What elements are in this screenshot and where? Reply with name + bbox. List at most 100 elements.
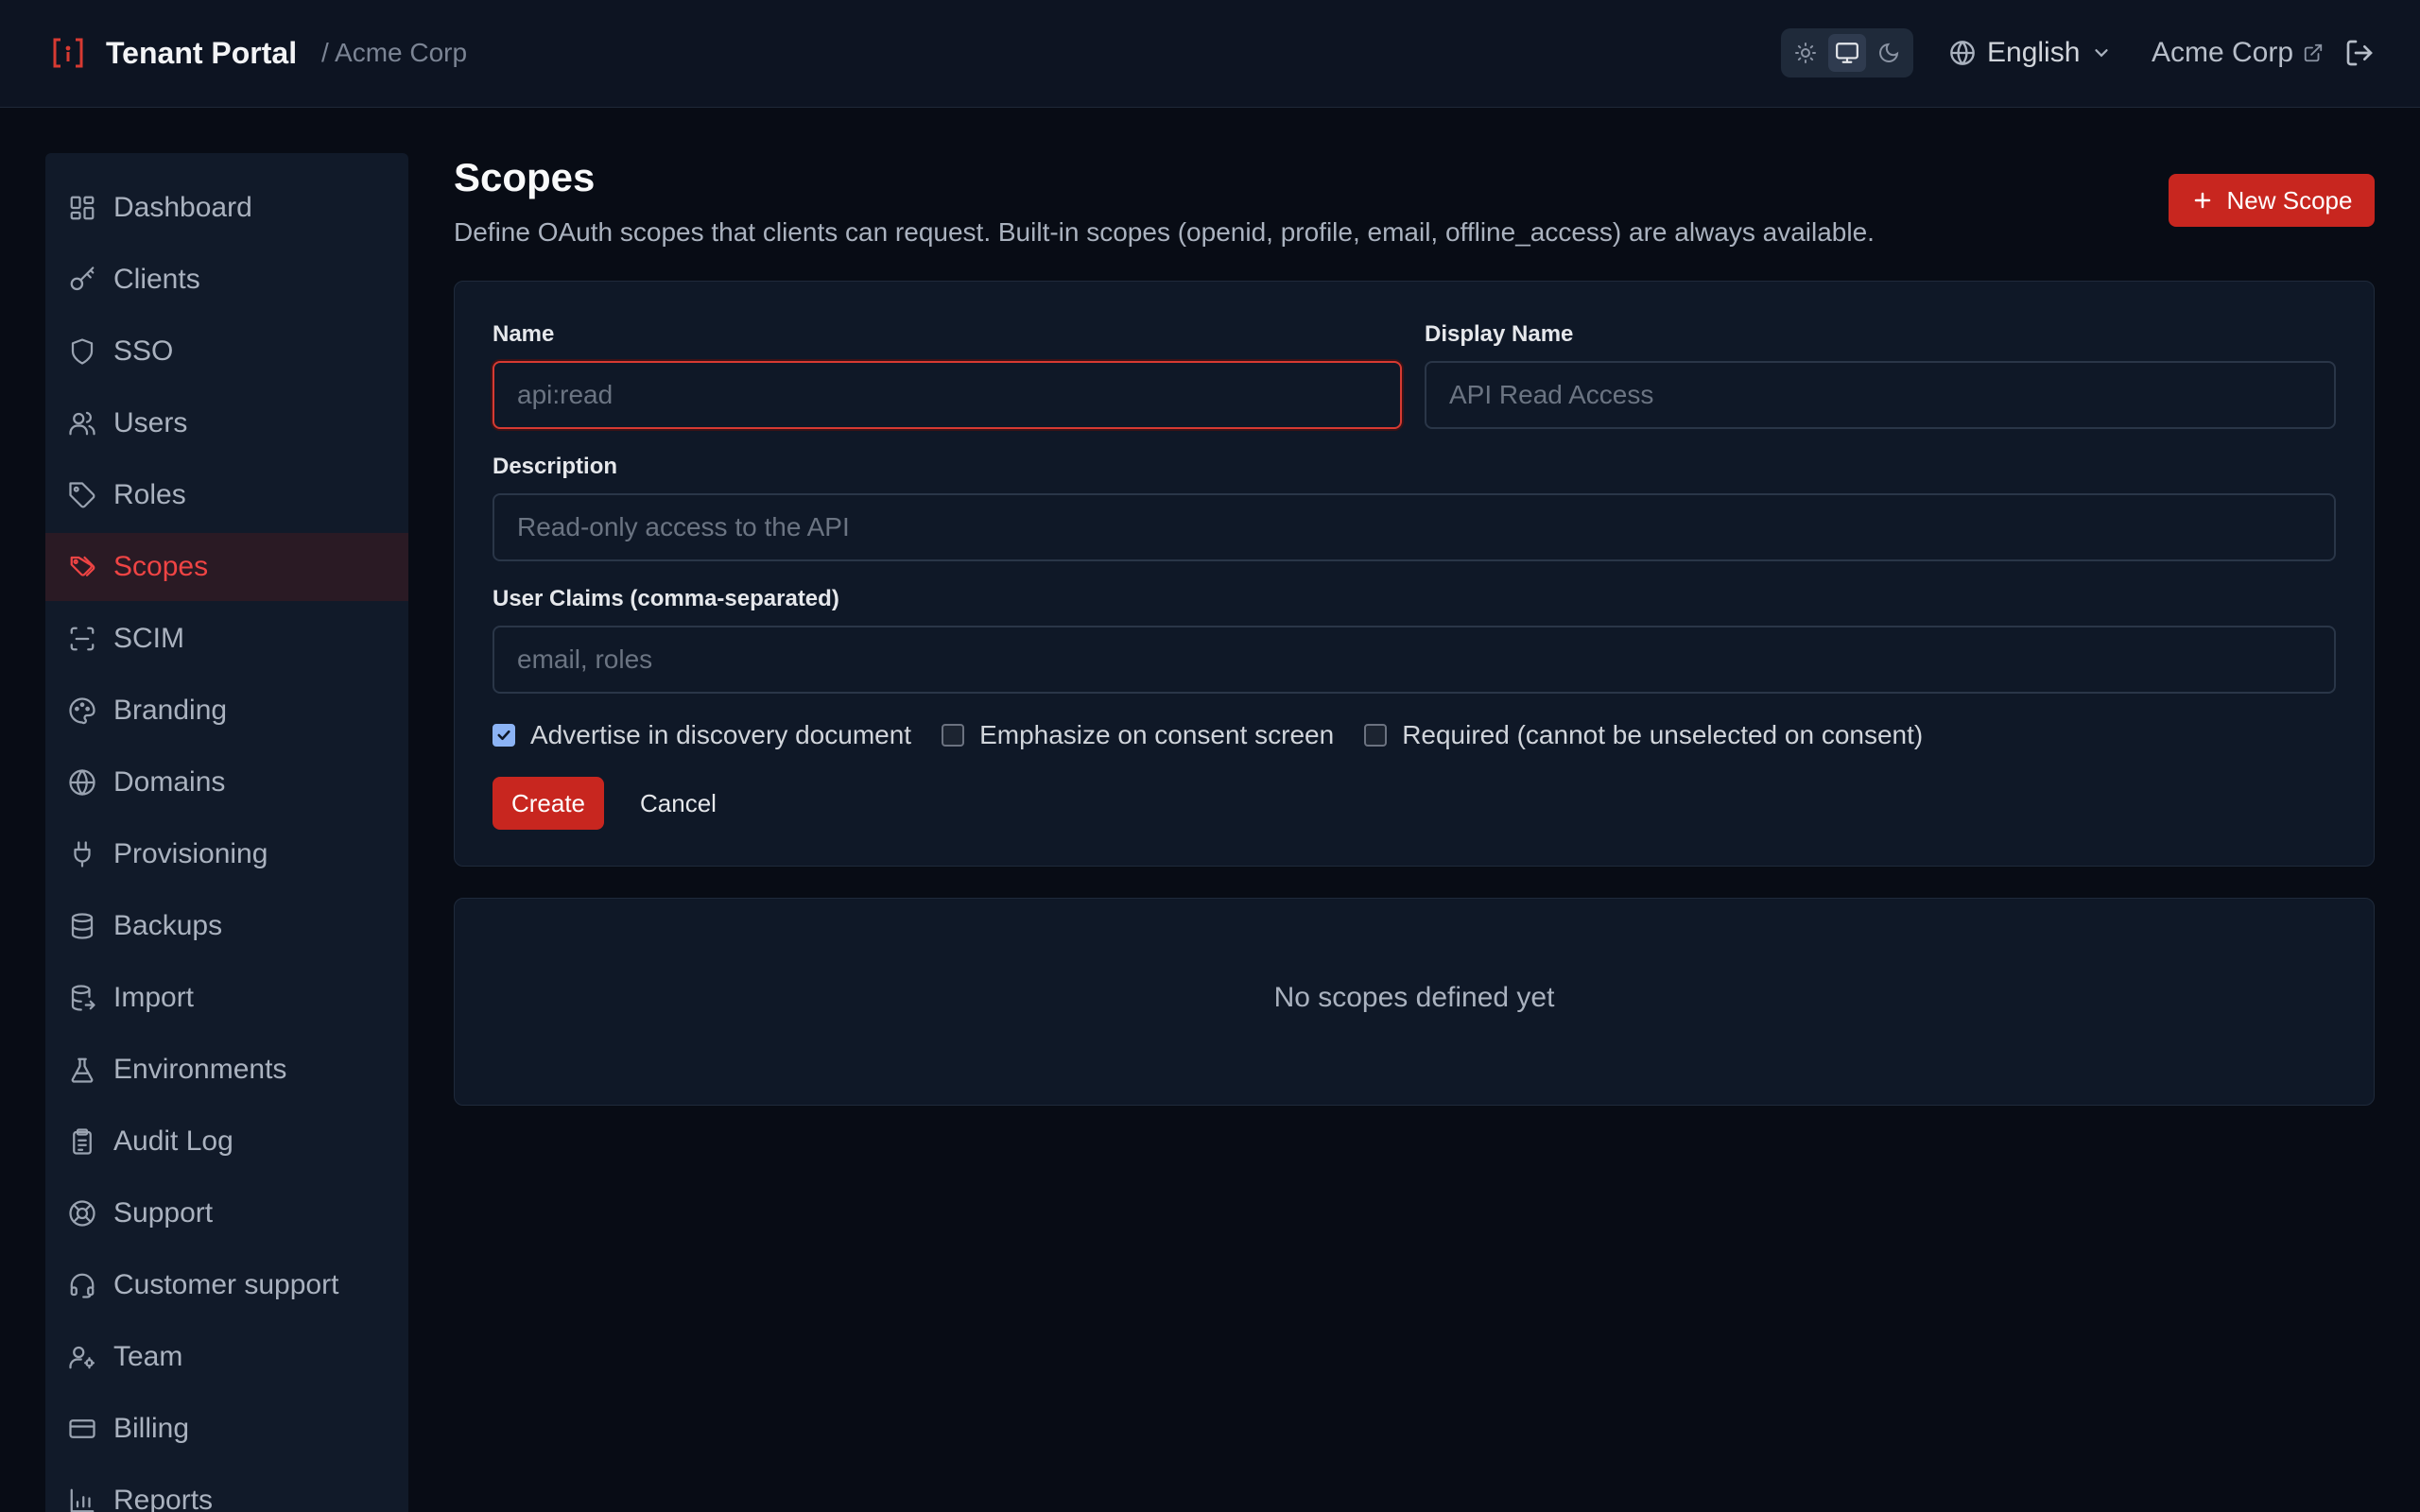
globe-icon xyxy=(1950,41,1975,65)
cancel-button[interactable]: Cancel xyxy=(629,777,728,830)
scope-form-card: Name Display Name Description User Claim… xyxy=(454,281,2375,867)
user-claims-label: User Claims (comma-separated) xyxy=(493,586,839,611)
option-emphasize-consent[interactable]: Emphasize on consent screen xyxy=(942,720,1334,750)
top-bar: Tenant Portal / Acme Corp English Acme C… xyxy=(0,0,2420,108)
sidebar-item-team[interactable]: Team xyxy=(45,1323,408,1391)
logout-button[interactable] xyxy=(2344,38,2375,68)
sidebar-item-clients[interactable]: Clients xyxy=(45,246,408,314)
create-button[interactable]: Create xyxy=(493,777,604,830)
sidebar-item-scopes[interactable]: Scopes xyxy=(45,533,408,601)
sidebar-item-customer-support[interactable]: Customer support xyxy=(45,1251,408,1319)
sidebar-item-sso[interactable]: SSO xyxy=(45,318,408,386)
sidebar-item-reports[interactable]: Reports xyxy=(45,1467,408,1512)
checkbox-label: Required (cannot be unselected on consen… xyxy=(1402,720,1924,749)
external-link-icon xyxy=(2304,43,2323,62)
scan-icon xyxy=(68,625,96,653)
user-cog-icon xyxy=(68,1343,96,1371)
dashboard-icon xyxy=(68,194,96,222)
sidebar-item-label: Dashboard xyxy=(113,192,252,223)
sidebar-item-label: Clients xyxy=(113,264,200,295)
credit-card-icon xyxy=(68,1415,96,1443)
option-required-consent[interactable]: Required (cannot be unselected on consen… xyxy=(1364,720,1923,750)
database-icon xyxy=(68,912,96,940)
scope-options: Advertise in discovery document Emphasize… xyxy=(493,716,1953,754)
sidebar-item-label: SCIM xyxy=(113,623,184,654)
description-label: Description xyxy=(493,454,618,479)
sidebar-item-billing[interactable]: Billing xyxy=(45,1395,408,1463)
name-input[interactable] xyxy=(493,361,1402,429)
sidebar-item-label: Billing xyxy=(113,1413,190,1444)
sidebar-item-label: Customer support xyxy=(113,1269,339,1300)
checkbox[interactable] xyxy=(1364,724,1388,747)
sidebar-item-label: Reports xyxy=(113,1485,214,1512)
bar-chart-icon xyxy=(68,1486,96,1512)
tenant-external-link[interactable]: Acme Corp xyxy=(2152,32,2324,74)
checkbox[interactable] xyxy=(493,724,515,747)
theme-dark-button[interactable] xyxy=(1870,34,1908,72)
clipboard-icon xyxy=(68,1127,96,1156)
theme-system-button[interactable] xyxy=(1828,34,1866,72)
language-label: English xyxy=(1987,37,2081,68)
sidebar-item-roles[interactable]: Roles xyxy=(45,461,408,529)
checkbox[interactable] xyxy=(942,724,965,747)
sidebar-item-label: SSO xyxy=(113,335,174,367)
sidebar-item-audit-log[interactable]: Audit Log xyxy=(45,1108,408,1176)
theme-toggle xyxy=(1781,28,1913,77)
sidebar: Dashboard Clients SSO Users Roles Scopes SCIM B… xyxy=(45,153,408,1512)
page-title: Scopes xyxy=(454,155,596,199)
sun-icon xyxy=(1795,43,1816,63)
checkbox-label: Advertise in discovery document xyxy=(530,720,912,749)
new-scope-button[interactable]: New Scope xyxy=(2169,174,2375,227)
flask-icon xyxy=(68,1056,96,1084)
palette-icon xyxy=(68,696,96,725)
display-name-input[interactable] xyxy=(1425,361,2336,429)
chevron-down-icon xyxy=(2095,49,2109,58)
empty-state-message: No scopes defined yet xyxy=(1273,982,1555,1013)
sidebar-item-label: Provisioning xyxy=(113,838,268,869)
headset-icon xyxy=(68,1271,96,1299)
language-selector[interactable]: English xyxy=(1949,32,2112,74)
sidebar-item-backups[interactable]: Backups xyxy=(45,892,408,960)
user-claims-input[interactable] xyxy=(493,626,2336,694)
check-icon xyxy=(497,730,510,741)
name-label: Name xyxy=(493,321,555,347)
database-import-icon xyxy=(68,984,96,1012)
sidebar-item-label: Scopes xyxy=(113,551,209,582)
sidebar-item-users[interactable]: Users xyxy=(45,389,408,457)
sidebar-item-label: Audit Log xyxy=(113,1125,233,1157)
sidebar-item-support[interactable]: Support xyxy=(45,1179,408,1247)
option-advertise-discovery[interactable]: Advertise in discovery document xyxy=(493,720,911,750)
plus-icon xyxy=(2194,192,2210,209)
sidebar-item-scim[interactable]: SCIM xyxy=(45,605,408,673)
new-scope-label: New Scope xyxy=(2226,185,2353,215)
life-buoy-icon xyxy=(68,1199,96,1228)
shield-icon xyxy=(68,337,96,366)
logout-icon xyxy=(2346,40,2373,66)
theme-light-button[interactable] xyxy=(1787,34,1824,72)
page-description: Define OAuth scopes that clients can req… xyxy=(454,217,1875,247)
sidebar-item-label: Backups xyxy=(113,910,223,941)
tenant-link-label: Acme Corp xyxy=(2152,37,2294,68)
sidebar-item-branding[interactable]: Branding xyxy=(45,677,408,745)
plug-icon xyxy=(68,840,96,868)
moon-icon xyxy=(1879,43,1899,62)
sidebar-item-dashboard[interactable]: Dashboard xyxy=(45,174,408,242)
sidebar-item-label: Roles xyxy=(113,479,186,510)
description-input[interactable] xyxy=(493,493,2336,561)
sidebar-item-label: Support xyxy=(113,1197,214,1228)
sidebar-item-provisioning[interactable]: Provisioning xyxy=(45,820,408,888)
users-icon xyxy=(68,409,96,438)
sidebar-item-environments[interactable]: Environments xyxy=(45,1036,408,1104)
key-icon xyxy=(68,266,96,294)
sidebar-item-import[interactable]: Import xyxy=(45,964,408,1032)
sidebar-item-domains[interactable]: Domains xyxy=(45,748,408,816)
sidebar-item-label: Users xyxy=(113,407,188,438)
sidebar-item-label: Environments xyxy=(113,1054,287,1085)
display-name-label: Display Name xyxy=(1425,321,1574,347)
globe-icon xyxy=(68,768,96,797)
sidebar-item-label: Team xyxy=(113,1341,183,1372)
sidebar-item-label: Import xyxy=(113,982,195,1013)
tags-icon xyxy=(68,553,96,581)
scopes-list-card: No scopes defined yet xyxy=(454,898,2375,1106)
app-title: Tenant Portal xyxy=(106,36,298,70)
